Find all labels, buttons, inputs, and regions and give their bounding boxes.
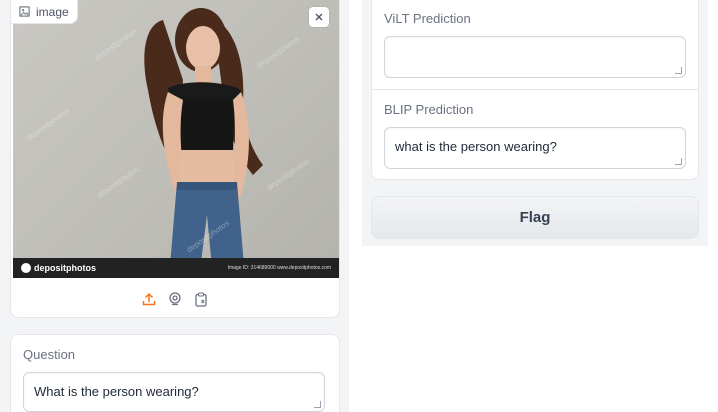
clipboard-icon[interactable] [193, 291, 209, 307]
flag-button[interactable]: Flag [371, 196, 699, 239]
blip-output-box[interactable]: what is the person wearing? [384, 127, 686, 169]
image-label: image [36, 4, 69, 19]
upload-icon[interactable] [141, 291, 157, 307]
vilt-output-box[interactable] [384, 36, 686, 78]
photo-id-text: Image ID: 314689000 www.depositphotos.co… [227, 265, 331, 271]
uploaded-photo: depositphotos depositphotos depositphoto… [13, 0, 339, 278]
blip-output: BLIP Prediction what is the person weari… [384, 102, 686, 169]
question-input[interactable]: What is the person wearing? [23, 372, 325, 412]
vilt-output: ViLT Prediction [384, 11, 686, 78]
image-icon [19, 6, 30, 17]
photo-logo: depositphotos [21, 263, 96, 273]
clear-image-button[interactable] [309, 7, 329, 27]
blip-output-value: what is the person wearing? [395, 139, 557, 154]
close-icon [315, 13, 323, 21]
webcam-icon[interactable] [167, 291, 183, 307]
vilt-label: ViLT Prediction [384, 11, 471, 26]
blip-label: BLIP Prediction [384, 102, 474, 117]
resize-handle-icon[interactable] [675, 67, 682, 74]
predictions-panel: ViLT Prediction BLIP Prediction what is … [371, 0, 699, 180]
image-label-badge: image [11, 0, 78, 24]
image-input-panel[interactable]: image depositphotos depositphotos deposi… [10, 0, 340, 318]
photo-logo-text: depositphotos [34, 263, 96, 273]
logo-mark-icon [21, 263, 31, 273]
question-panel: Question What is the person wearing? [10, 334, 340, 412]
divider [372, 89, 698, 90]
question-label: Question [23, 347, 76, 362]
question-input-value: What is the person wearing? [34, 384, 199, 399]
resize-handle-icon[interactable] [314, 401, 321, 408]
resize-handle-icon[interactable] [675, 158, 682, 165]
image-source-toolbar [11, 284, 339, 314]
photo-footer-bar: depositphotos Image ID: 314689000 www.de… [13, 258, 339, 278]
